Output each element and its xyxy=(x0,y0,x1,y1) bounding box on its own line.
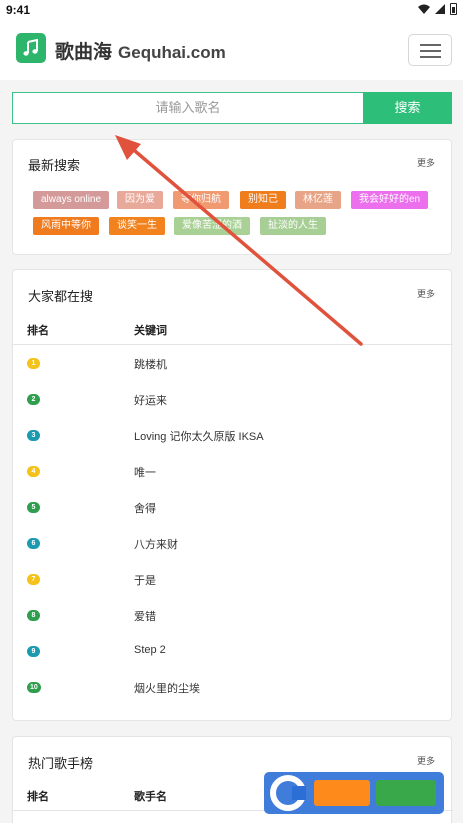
site-header: 歌曲海 Gequhai.com xyxy=(0,20,463,80)
rank-badge: 3 xyxy=(27,430,40,441)
search-tag[interactable]: 因为爱 xyxy=(117,191,163,209)
rank-badge: 4 xyxy=(27,466,40,477)
search-tag[interactable]: 我会好好的en xyxy=(351,191,429,209)
search-bar: 请输入歌名 搜索 xyxy=(12,92,452,124)
rank-badge: 9 xyxy=(27,646,40,657)
rank-badge: 10 xyxy=(27,682,41,693)
table-row[interactable]: 4 唯一 xyxy=(13,454,453,490)
search-tag[interactable]: 扯淡的人生 xyxy=(260,217,326,235)
hamburger-line xyxy=(420,56,441,58)
search-tag[interactable]: 爱像苦涩的酒 xyxy=(174,217,250,235)
keyword-link[interactable]: 好运来 xyxy=(134,392,167,408)
watermark-logo xyxy=(264,772,444,814)
status-bar: 9:41 xyxy=(0,0,463,20)
keyword-link[interactable]: 烟火里的尘埃 xyxy=(134,680,200,696)
battery-icon xyxy=(450,3,457,15)
column-header-rank: 排名 xyxy=(27,325,49,337)
recent-more-link[interactable]: 更多 xyxy=(417,156,435,169)
table-row[interactable]: 1 跳楼机 xyxy=(13,346,453,382)
popular-searches-title: 大家都在搜 xyxy=(28,289,94,304)
keyword-link[interactable]: Step 2 xyxy=(134,644,166,656)
rank-badge: 8 xyxy=(27,610,40,621)
search-tag[interactable]: 谈笑一生 xyxy=(109,217,165,235)
recent-searches-title: 最新搜索 xyxy=(28,158,81,173)
keyword-link[interactable]: 八方来财 xyxy=(134,536,178,552)
table-row[interactable]: 5 舍得 xyxy=(13,490,453,526)
keyword-link[interactable]: 舍得 xyxy=(134,500,156,516)
brand-name: 歌曲海 xyxy=(55,42,113,63)
table-row[interactable]: 7 于是 xyxy=(13,562,453,598)
hamburger-line xyxy=(420,50,441,52)
table-row[interactable]: 2 好运来 xyxy=(13,382,453,418)
hot-singers-title: 热门歌手榜 xyxy=(28,756,94,771)
search-tag[interactable]: 别知己 xyxy=(240,191,286,209)
table-row[interactable]: 10 烟火里的尘埃 xyxy=(13,670,453,706)
music-logo-icon[interactable] xyxy=(16,33,46,63)
table-divider xyxy=(13,344,453,345)
search-tag[interactable]: 等你归航 xyxy=(173,191,229,209)
rank-badge: 1 xyxy=(27,358,40,369)
column-header-rank: 排名 xyxy=(27,791,49,803)
rank-badge: 2 xyxy=(27,394,40,405)
search-tag[interactable]: 林亿莲 xyxy=(295,191,341,209)
column-header-singer: 歌手名 xyxy=(134,791,167,803)
search-tag[interactable]: 风雨中等你 xyxy=(33,217,99,235)
recent-searches-card: 最新搜索 更多 always online 因为爱 等你归航 别知己 林亿莲 我… xyxy=(12,139,452,255)
keyword-link[interactable]: Loving 记你太久原版 IKSA xyxy=(134,428,264,444)
wifi-icon xyxy=(418,4,430,14)
rank-badge: 5 xyxy=(27,502,40,513)
table-row[interactable]: 6 八方来财 xyxy=(13,526,453,562)
hamburger-icon xyxy=(420,44,441,46)
popular-more-link[interactable]: 更多 xyxy=(417,287,435,300)
search-button[interactable]: 搜索 xyxy=(363,92,452,124)
status-time: 9:41 xyxy=(6,3,31,17)
keyword-link[interactable]: 唯一 xyxy=(134,464,156,480)
search-input[interactable]: 请输入歌名 xyxy=(12,92,363,124)
site-brand[interactable]: 歌曲海 Gequhai.com xyxy=(55,37,226,64)
keyword-link[interactable]: 跳楼机 xyxy=(134,356,167,372)
table-row[interactable]: 8 爱错 xyxy=(13,598,453,634)
brand-domain: Gequhai.com xyxy=(118,43,226,62)
rank-badge: 7 xyxy=(27,574,40,585)
menu-button[interactable] xyxy=(408,34,452,66)
column-header-keyword: 关键词 xyxy=(134,325,167,337)
keyword-link[interactable]: 爱错 xyxy=(134,608,156,624)
table-row[interactable]: 9 Step 2 xyxy=(13,634,453,670)
search-tag[interactable]: always online xyxy=(33,191,110,209)
keyword-link[interactable]: 于是 xyxy=(134,572,156,588)
table-row[interactable]: 3 Loving 记你太久原版 IKSA xyxy=(13,418,453,454)
status-icons xyxy=(418,3,457,15)
popular-searches-card: 大家都在搜 更多 排名 关键词 1 跳楼机 2 好运来 3 Loving 记你太久原版 I… xyxy=(12,269,453,721)
signal-icon xyxy=(435,4,445,14)
rank-badge: 6 xyxy=(27,538,40,549)
singers-more-link[interactable]: 更多 xyxy=(417,754,435,767)
